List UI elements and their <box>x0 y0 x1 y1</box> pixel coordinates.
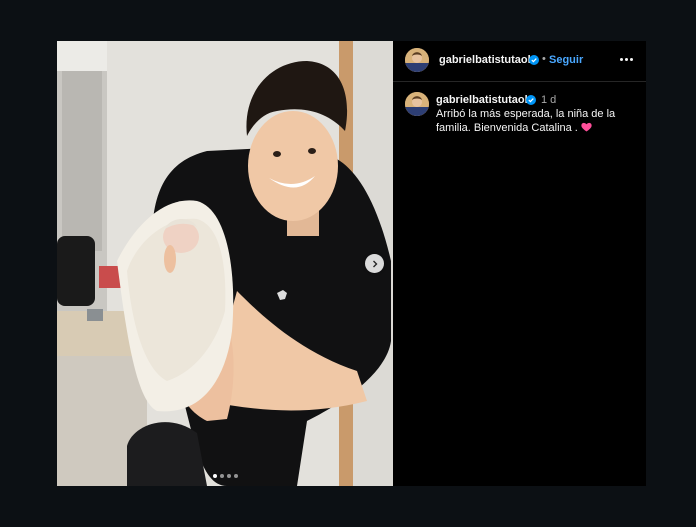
carousel-dot <box>226 474 231 478</box>
carousel-dot <box>219 474 224 478</box>
caption-avatar[interactable] <box>405 92 429 116</box>
caption-timestamp[interactable]: 1 d <box>541 94 556 106</box>
header-username-link[interactable]: gabrielbatistutaok <box>439 54 534 66</box>
avatar[interactable] <box>405 48 429 72</box>
carousel-dot-active <box>212 474 217 478</box>
header-separator: • <box>542 53 546 65</box>
profile-avatar-image <box>405 48 429 72</box>
post-side-panel: gabrielbatistutaok • Seguir gabrielbatis… <box>393 41 646 486</box>
carousel-next-button[interactable] <box>365 254 384 273</box>
post-photo[interactable] <box>57 41 393 486</box>
more-options-icon <box>619 57 623 61</box>
profile-avatar-image <box>405 92 429 116</box>
carousel-dot <box>233 474 238 478</box>
verified-badge-icon <box>526 95 536 105</box>
post-header: gabrielbatistutaok • Seguir <box>393 41 646 82</box>
carousel-indicator <box>57 474 393 478</box>
post-photo-image <box>57 41 393 486</box>
caption-text: Arribó la más esperada, la niña de la fa… <box>436 107 636 135</box>
more-options-button[interactable] <box>617 50 635 68</box>
follow-button[interactable]: Seguir <box>549 54 583 66</box>
chevron-right-icon <box>372 260 377 267</box>
verified-badge-icon <box>529 55 539 65</box>
caption-username-link[interactable]: gabrielbatistutaok <box>436 94 531 106</box>
pink-heart-icon <box>581 122 592 132</box>
